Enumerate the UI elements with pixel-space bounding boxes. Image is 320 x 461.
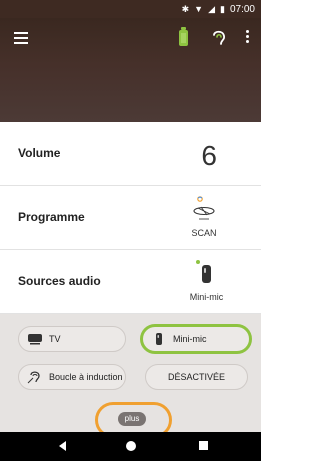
source-tv-button[interactable]: TV (18, 326, 126, 352)
scan-program-icon (193, 196, 215, 220)
more-sources-button[interactable]: plus (118, 412, 146, 426)
audio-sources-row[interactable]: Sources audio Mini-mic (0, 250, 261, 314)
mini-mic-icon (196, 260, 211, 283)
recent-apps-icon[interactable] (199, 441, 208, 450)
audio-sources-label: Sources audio (18, 274, 101, 288)
source-minimic-label: Mini-mic (173, 334, 207, 344)
system-navbar (0, 432, 261, 461)
hearing-aid-ear-icon[interactable] (210, 29, 228, 47)
audio-sources-value: Mini-mic (189, 292, 224, 302)
home-icon[interactable] (126, 441, 136, 451)
more-vert-icon[interactable] (244, 30, 250, 46)
volume-label: Volume (18, 146, 61, 160)
status-bar: ✱ ▼ ◢ ▮ 07:00 (0, 0, 261, 18)
audio-sources-panel: TV Mini-mic Boucle à induction DÉSACTIVÉ… (0, 314, 261, 438)
source-induction-loop-label: Boucle à induction (49, 372, 123, 382)
program-row[interactable]: Programme SCAN (0, 186, 261, 250)
hamburger-menu-icon[interactable] (14, 32, 28, 44)
program-value: SCAN (191, 228, 217, 238)
volume-row[interactable]: Volume 6 (0, 122, 261, 186)
battery-icon: ▮ (220, 3, 225, 14)
status-time: 07:00 (229, 3, 255, 15)
hearing-aid-battery-icon[interactable] (179, 27, 188, 46)
tv-icon (28, 334, 42, 345)
volume-value: 6 (201, 140, 217, 171)
app-header (0, 18, 261, 122)
source-minimic-button[interactable]: Mini-mic (140, 324, 252, 354)
source-off-button[interactable]: DÉSACTIVÉE (145, 364, 248, 390)
bluetooth-icon: ✱ (181, 3, 190, 14)
source-off-label: DÉSACTIVÉE (167, 372, 225, 382)
toolbar (0, 18, 261, 60)
wifi-icon: ▼ (194, 3, 204, 14)
back-icon[interactable] (59, 441, 66, 451)
source-tv-label: TV (49, 334, 61, 344)
source-induction-loop-button[interactable]: Boucle à induction (18, 364, 126, 390)
signal-icon: ◢ (208, 3, 216, 14)
program-label: Programme (18, 210, 85, 224)
induction-loop-icon (27, 371, 40, 384)
mini-mic-icon (156, 333, 162, 345)
